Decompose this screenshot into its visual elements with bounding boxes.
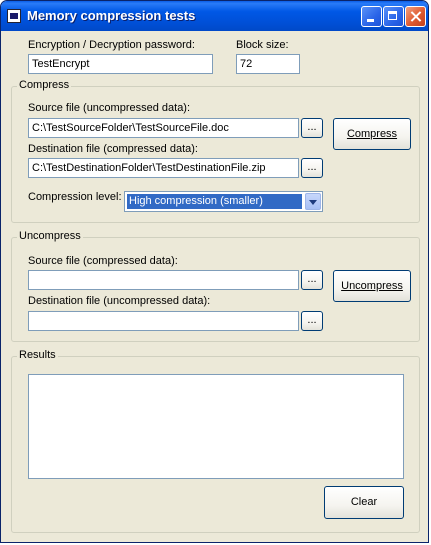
uncompress-source-browse-button[interactable]: ... — [301, 270, 323, 290]
uncompress-dest-input[interactable] — [28, 311, 299, 331]
uncompress-button-label: Uncompress — [341, 280, 403, 292]
maximize-button[interactable] — [383, 6, 404, 27]
main-window: Memory compression tests Encryption / De… — [0, 0, 429, 543]
block-size-input[interactable]: 72 — [236, 54, 300, 74]
compress-button[interactable]: Compress — [333, 118, 411, 150]
compress-source-label: Source file (uncompressed data): — [28, 102, 191, 114]
compression-level-label: Compression level: — [28, 191, 122, 203]
compress-source-browse-button[interactable]: ... — [301, 118, 323, 138]
uncompress-dest-browse-button[interactable]: ... — [301, 311, 323, 331]
close-button[interactable] — [405, 6, 426, 27]
clear-button-label: Clear — [350, 496, 378, 508]
minimize-button[interactable] — [361, 6, 382, 27]
uncompress-dest-label: Destination file (uncompressed data): — [28, 295, 211, 307]
compress-dest-browse-button[interactable]: ... — [301, 158, 323, 178]
compress-source-input[interactable]: C:\TestSourceFolder\TestSourceFile.doc — [28, 118, 299, 138]
compress-group-title: Compress — [17, 79, 72, 91]
app-icon[interactable] — [7, 9, 21, 23]
password-input[interactable]: TestEncrypt — [28, 54, 213, 74]
results-group-title: Results — [17, 349, 58, 361]
uncompress-source-input[interactable] — [28, 270, 299, 290]
compression-level-value: High compression (smaller) — [127, 194, 302, 209]
results-textarea[interactable] — [28, 374, 404, 479]
compress-dest-input[interactable]: C:\TestDestinationFolder\TestDestination… — [28, 158, 299, 178]
compression-level-select[interactable]: High compression (smaller) — [124, 191, 323, 212]
compress-button-label: Compress — [346, 128, 398, 140]
title-bar[interactable]: Memory compression tests — [1, 1, 428, 31]
uncompress-button[interactable]: Uncompress — [333, 270, 411, 302]
block-size-label: Block size: — [236, 39, 289, 51]
dropdown-arrow-icon[interactable] — [305, 193, 321, 210]
clear-button[interactable]: Clear — [324, 486, 404, 519]
uncompress-group-title: Uncompress — [17, 230, 83, 242]
password-label: Encryption / Decryption password: — [28, 39, 195, 51]
compress-dest-label: Destination file (compressed data): — [28, 143, 198, 155]
window-title: Memory compression tests — [27, 8, 196, 23]
uncompress-source-label: Source file (compressed data): — [28, 255, 178, 267]
